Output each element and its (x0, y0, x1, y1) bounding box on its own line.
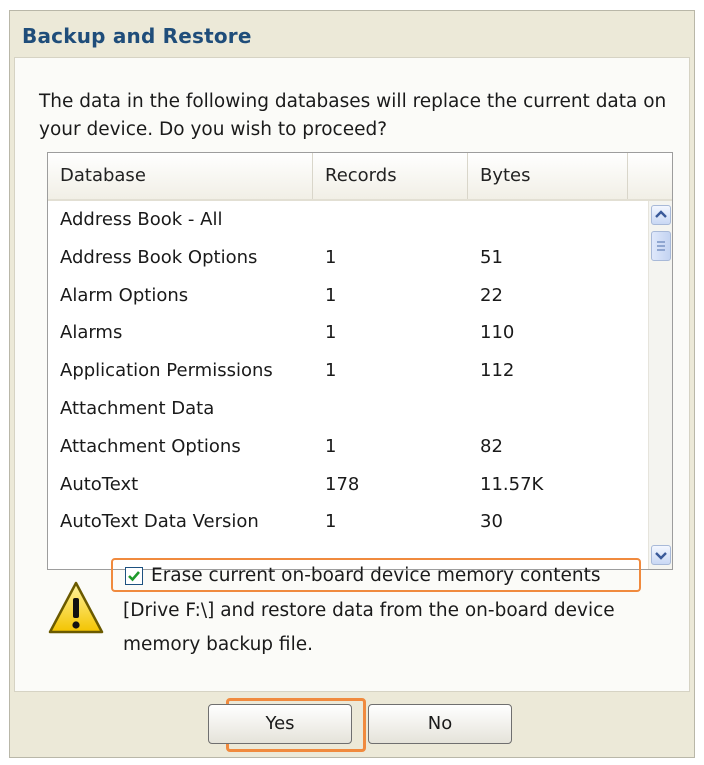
table-row[interactable]: Attachment Data (48, 390, 646, 428)
cell-records: 1 (325, 322, 337, 344)
cell-records: 178 (325, 473, 360, 495)
table-row[interactable]: Attachment Options 1 82 (48, 428, 646, 466)
no-button[interactable]: No (368, 704, 512, 744)
table-row[interactable]: Address Book - All (48, 201, 646, 239)
cell-bytes: 22 (480, 284, 503, 306)
table-row[interactable]: Alarms 1 110 (48, 314, 646, 352)
cell-bytes: 110 (480, 322, 515, 344)
erase-checkbox[interactable] (125, 567, 143, 585)
table-row[interactable]: Alarm Options 1 22 (48, 277, 646, 315)
table-header: Database Records Bytes (48, 153, 672, 201)
cell-database: Attachment Options (60, 435, 241, 457)
table-row[interactable]: Application Permissions 1 112 (48, 352, 646, 390)
database-table: Database Records Bytes Address Book - Al… (47, 152, 673, 570)
cell-bytes: 11.57K (480, 473, 544, 495)
cell-database: AutoText (60, 473, 139, 495)
erase-checkbox-label[interactable]: Erase current on-board device memory con… (151, 562, 671, 590)
backup-restore-dialog: Backup and Restore The data in the follo… (9, 10, 695, 758)
cell-records: 1 (325, 511, 337, 533)
cell-bytes: 112 (480, 360, 515, 382)
vertical-scrollbar[interactable] (648, 201, 672, 569)
scroll-thumb[interactable] (651, 231, 671, 261)
warning-icon (48, 581, 104, 634)
cell-database: AutoText Data Version (60, 511, 259, 533)
confirmation-message: The data in the following databases will… (39, 91, 667, 140)
cell-database: Application Permissions (60, 360, 273, 382)
table-rows: Address Book - All Address Book Options … (48, 201, 646, 541)
table-row[interactable]: AutoText 178 11.57K (48, 466, 646, 504)
erase-description: [Drive F:\] and restore data from the on… (123, 600, 615, 655)
cell-bytes: 82 (480, 435, 503, 457)
column-header-records[interactable]: Records (313, 153, 468, 199)
scroll-up-button[interactable] (651, 205, 671, 225)
cell-bytes: 51 (480, 246, 503, 268)
column-header-bytes[interactable]: Bytes (468, 153, 628, 199)
cell-database: Address Book - All (60, 209, 223, 230)
grip-line (657, 241, 665, 243)
table-row[interactable]: AutoText Data Version 1 30 (48, 503, 646, 541)
cell-database: Address Book Options (60, 246, 258, 268)
cell-records: 1 (325, 246, 337, 268)
cell-database: Attachment Data (60, 397, 215, 419)
cell-bytes: 30 (480, 511, 503, 533)
cell-records: 1 (325, 360, 337, 382)
content-panel: The data in the following databases will… (14, 57, 690, 692)
cell-records: 1 (325, 284, 337, 306)
chevron-up-icon (655, 210, 667, 218)
yes-button[interactable]: Yes (208, 704, 352, 744)
column-header-database[interactable]: Database (48, 153, 313, 199)
cell-database: Alarms (60, 322, 123, 344)
cell-database: Alarm Options (60, 284, 189, 306)
grip-line (657, 249, 665, 251)
cell-records: 1 (325, 435, 337, 457)
grip-line (657, 245, 665, 247)
table-row[interactable]: Address Book Options 1 51 (48, 239, 646, 277)
check-icon (128, 571, 140, 582)
dialog-title: Backup and Restore (22, 24, 252, 48)
